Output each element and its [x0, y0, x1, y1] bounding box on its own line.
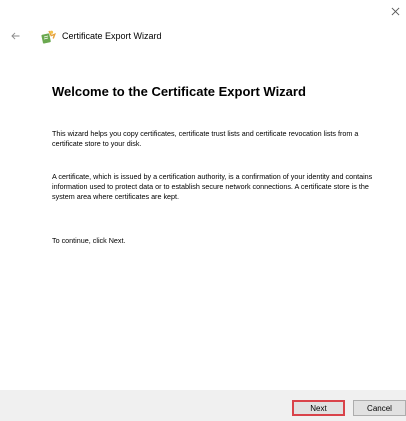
cancel-button[interactable]: Cancel [353, 400, 406, 416]
next-button[interactable]: Next [292, 400, 345, 416]
continue-instruction: To continue, click Next. [52, 236, 126, 245]
close-icon [391, 7, 399, 15]
wizard-header: Certificate Export Wizard [8, 27, 162, 45]
back-button[interactable] [8, 29, 22, 43]
back-arrow-icon [10, 32, 19, 40]
certificate-description-paragraph: A certificate, which is issued by a cert… [52, 172, 373, 201]
wizard-title: Certificate Export Wizard [62, 31, 162, 41]
intro-paragraph: This wizard helps you copy certificates,… [52, 129, 359, 148]
page-heading: Welcome to the Certificate Export Wizard [52, 84, 306, 99]
wizard-footer: Next Cancel [0, 390, 406, 421]
certificate-wizard-icon [41, 29, 56, 44]
close-button[interactable] [386, 2, 404, 20]
